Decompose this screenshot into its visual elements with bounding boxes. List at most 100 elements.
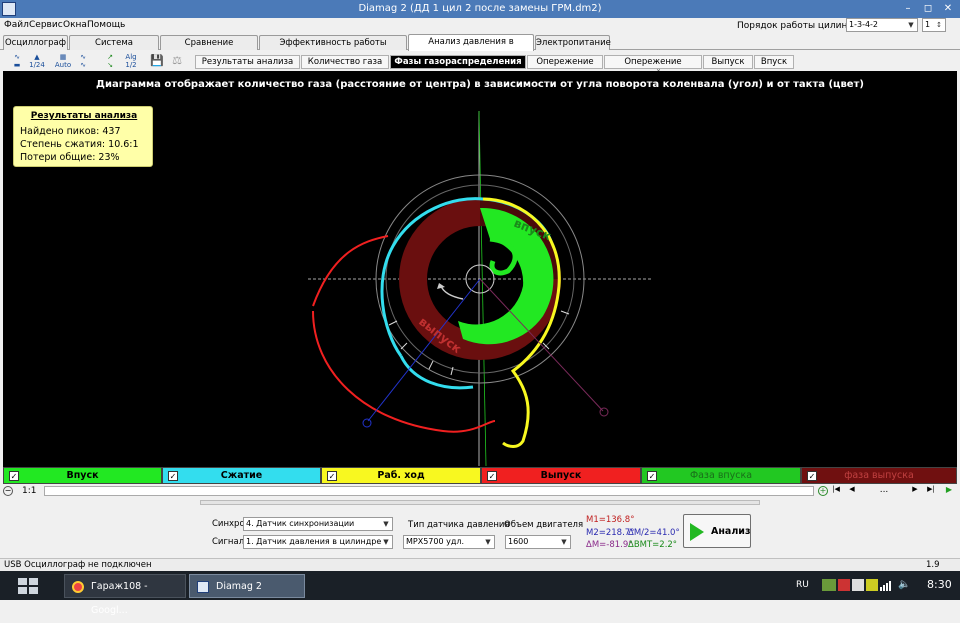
sync-select[interactable]: 4. Датчик синхронизации ▼ [243, 517, 393, 531]
checkbox-icon[interactable]: ✓ [168, 471, 178, 481]
volume-icon[interactable]: 🔈 [898, 579, 910, 590]
channel-compression-label: Сжатие [220, 470, 263, 481]
tab-cylinder-efficiency[interactable]: Эффективность работы цилиндров [259, 35, 407, 62]
wave-icon[interactable]: ∿ ▬ [8, 53, 26, 69]
play-icon[interactable]: ▶ [942, 485, 956, 497]
menu-bar: Файл Сервис Окна Помощь Порядок работы ц… [0, 18, 960, 34]
channel-power[interactable]: ✓ Раб. ход [321, 467, 481, 484]
sensor-type-select[interactable]: MPX5700 удл. ▼ [403, 535, 495, 549]
results-title: Результаты анализа [30, 111, 138, 121]
subtab-exhaust[interactable]: Выпуск [703, 55, 753, 69]
sensor-type-label: Тип датчика давления [408, 520, 510, 530]
algo-text: Alg 1/2 [125, 53, 137, 69]
zoom-out-icon[interactable]: − [3, 486, 13, 496]
taskbar-item-diamag[interactable]: Diamag 2 [189, 574, 305, 598]
checkbox-icon[interactable]: ✓ [9, 471, 19, 481]
splitter-handle[interactable] [200, 500, 760, 505]
channel-compression[interactable]: ✓ Сжатие [162, 467, 321, 484]
tray-icon[interactable] [838, 579, 850, 591]
marker-m2-handle[interactable] [599, 407, 609, 417]
tab-power-supply[interactable]: Электропитание [535, 35, 611, 50]
checkbox-icon[interactable]: ✓ [327, 471, 337, 481]
save-icon[interactable]: 💾 [148, 53, 166, 69]
subtab-analysis-results[interactable]: Результаты анализа [195, 55, 300, 69]
compression-trace-tail [399, 355, 474, 390]
total-losses: Потери общие: 23% [20, 152, 120, 163]
signal-select[interactable]: 1. Датчик давления в цилиндре ▼ [243, 535, 393, 549]
menu-windows[interactable]: Окна [63, 20, 87, 30]
zoom-in-icon[interactable]: + [818, 486, 828, 496]
subtab-gas-amount[interactable]: Количество газа [301, 55, 389, 69]
first-page-icon[interactable]: |◀ [829, 485, 843, 497]
cylinder-count-spinner[interactable]: 1 ↕ [922, 18, 946, 32]
language-indicator[interactable]: RU [796, 580, 809, 590]
marker-half-delta-readout: ΔM/2=41.0° [628, 528, 680, 538]
windows-icon [18, 578, 38, 594]
plot-scrollbar[interactable] [943, 71, 957, 467]
menu-service[interactable]: Сервис [29, 20, 63, 30]
subtab-advance-linear[interactable]: Опережение линейно [604, 55, 702, 79]
signal-bars [880, 581, 891, 591]
cylinder-order-select[interactable]: 1-3-4-2 ▼ [846, 18, 918, 32]
checkbox-icon[interactable]: ✓ [807, 471, 817, 481]
marker-m1-readout: M1=136.8° [586, 515, 635, 525]
tray-icon[interactable] [822, 579, 836, 591]
play-icon [690, 523, 704, 541]
tdc-delta-readout: ΔВМТ=2.2° [628, 540, 678, 550]
menu-help[interactable]: Помощь [87, 20, 125, 30]
menu-file[interactable]: Файл [4, 20, 29, 30]
subtab-advance[interactable]: Опережение [527, 55, 603, 69]
chevron-down-icon: ▼ [561, 538, 567, 546]
marker-m1-handle[interactable] [362, 418, 372, 428]
algo-icon[interactable]: Alg 1/2 [121, 53, 141, 69]
next-page-icon[interactable]: ▶ [908, 485, 922, 497]
taskbar-item-browser[interactable]: Гараж108 - Googl... [64, 574, 186, 616]
cylinder-count-value: 1 [925, 20, 931, 29]
tab-pressure-analysis[interactable]: Анализ давления в цилиндре [408, 34, 534, 61]
subtab-intake[interactable]: Впуск [754, 55, 794, 69]
spinner-icon: ↕ [936, 21, 942, 29]
tab-oscilloscope[interactable]: Осциллограф [3, 35, 68, 50]
channel-intake[interactable]: ✓ Впуск [3, 467, 162, 484]
checkbox-icon[interactable]: ✓ [647, 471, 657, 481]
start-button[interactable] [14, 575, 42, 597]
version-label: 1.9 [926, 560, 940, 570]
page-indicator: ... [879, 485, 889, 495]
time-scrollbar[interactable] [44, 486, 814, 496]
filter-icon[interactable]: ▲ 1/24 [28, 53, 46, 69]
trend-icon[interactable]: ↗ ↘ [101, 53, 119, 69]
marker-delta-readout: ΔM=-81.9° [586, 540, 633, 550]
channel-exhaust[interactable]: ✓ Выпуск [481, 467, 641, 484]
channel-intake-phase[interactable]: ✓ Фаза впуска [641, 467, 801, 484]
analysis-results-box: Результаты анализа Найдено пиков: 437 Ст… [13, 106, 153, 167]
connection-status: USB Осциллограф не подключен [4, 560, 152, 570]
tab-ignition[interactable]: Система зажигания [69, 35, 159, 62]
analyze-button[interactable]: Анализ [683, 514, 751, 548]
auto-icon[interactable]: ▦ Auto [54, 53, 72, 69]
minimize-icon[interactable]: – [898, 1, 918, 16]
taskbar-browser-label: Гараж108 - Googl... [91, 581, 148, 616]
channel-exhaust-phase-label: фаза выпуска [844, 470, 914, 481]
auto-text: Auto [54, 61, 72, 69]
scale-icon[interactable]: ∿ ∿ [74, 53, 92, 69]
balance-icon[interactable]: ⚖ [168, 53, 186, 69]
subtab-valve-timing[interactable]: Фазы газораспределения [390, 55, 526, 69]
signal-icon[interactable] [880, 579, 894, 591]
tray-icon[interactable] [866, 579, 878, 591]
channel-power-label: Раб. ход [377, 470, 425, 481]
compression-ratio: Степень сжатия: 10.6:1 [20, 139, 139, 150]
arrow-head [437, 283, 445, 289]
channel-exhaust-phase[interactable]: ✓ фаза выпуска [801, 467, 957, 484]
engine-volume-select[interactable]: 1600 ▼ [505, 535, 571, 549]
prev-page-icon[interactable]: ◀ [845, 485, 859, 497]
close-icon[interactable]: ✕ [938, 1, 958, 16]
maximize-icon[interactable]: ◻ [918, 1, 938, 16]
checkbox-icon[interactable]: ✓ [487, 471, 497, 481]
last-page-icon[interactable]: ▶| [924, 485, 938, 497]
signal-label: Сигнал: [212, 537, 247, 547]
channel-intake-phase-label: Фаза впуска [689, 470, 753, 481]
taskbar: Гараж108 - Googl... Diamag 2 RU 🔈 8:30 [0, 571, 960, 616]
cylinder-order-value: 1-3-4-2 [849, 20, 879, 29]
tray-icon[interactable] [852, 579, 864, 591]
tab-cylinder-compare[interactable]: Сравнение цилиндров [160, 35, 258, 62]
